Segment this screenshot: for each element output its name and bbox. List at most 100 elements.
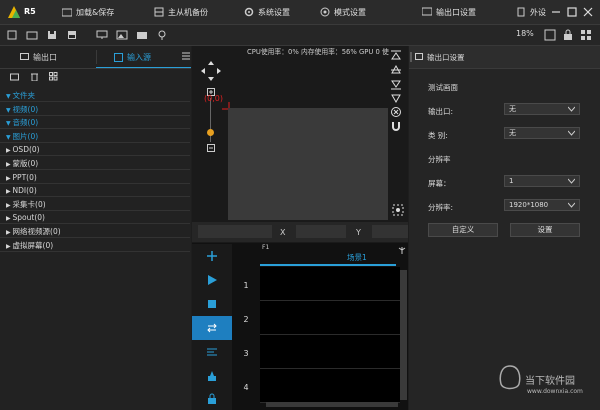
play-icon [208, 275, 217, 285]
vertical-scrollbar[interactable] [400, 270, 407, 400]
screen-select[interactable]: 1 [504, 175, 580, 187]
scene-row-number: 3 [243, 349, 249, 358]
horizontal-scrollbar[interactable] [266, 402, 398, 407]
cube-icon [114, 52, 123, 62]
tree-item-label: Spout(0) [12, 213, 45, 223]
f1-label: F1 [262, 244, 270, 251]
resolution-label: 分辨率: [428, 203, 454, 212]
zoom-slider-handle[interactable] [207, 129, 214, 136]
resolution-select[interactable]: 1920*1080 [504, 199, 580, 211]
add-scene-button[interactable] [192, 244, 232, 268]
canvas-preview[interactable] [228, 108, 388, 220]
maximize-icon[interactable] [566, 6, 578, 18]
clear-button[interactable] [192, 364, 232, 388]
tree-item-label: 蒙版(0) [12, 159, 39, 168]
output-icon [415, 53, 423, 60]
open-icon[interactable] [26, 29, 38, 41]
folder-icon [62, 8, 72, 17]
align-middle-icon[interactable] [390, 64, 402, 76]
antenna-icon [398, 247, 406, 254]
menu-mode-settings[interactable]: 模式设置 [320, 0, 366, 24]
list-button[interactable] [192, 340, 232, 364]
watermark-text: 当下软件园 [525, 376, 575, 387]
tree-item-label: 虚拟屏幕(0) [12, 240, 54, 250]
save-icon[interactable] [46, 29, 58, 41]
tree-item[interactable]: ▶ OSD(0) [0, 144, 190, 157]
monitor-icon[interactable] [96, 29, 108, 41]
minimize-icon[interactable] [550, 6, 562, 18]
panel-title: 输出口设置 [427, 53, 465, 62]
tab-input-source[interactable]: 输入源 [114, 46, 151, 68]
screen-value: 1 [509, 177, 514, 185]
x-input[interactable] [198, 225, 272, 238]
zoom-fit-icon[interactable] [544, 29, 556, 41]
tree-item[interactable]: ▼ 视频(0) [0, 104, 190, 116]
align-bottom-icon[interactable] [390, 78, 402, 90]
title-bar: R5 加载&保存 主从机备份 系统设置 模式设置 输出口设置 外设 [0, 0, 600, 25]
folder-icon[interactable] [136, 29, 148, 41]
gear-icon [244, 7, 254, 17]
new-icon[interactable] [6, 29, 18, 41]
stop-button[interactable] [192, 292, 232, 316]
save-as-icon[interactable] [66, 29, 78, 41]
collapse-handle-icon[interactable] [409, 51, 413, 63]
output-icon [20, 52, 29, 60]
zoom-out-icon[interactable] [207, 144, 215, 152]
move-arrows-icon[interactable] [200, 60, 222, 82]
tree-item[interactable]: ▶ PPT(0) [0, 172, 190, 184]
menu-output-settings[interactable]: 输出口设置 [422, 0, 476, 24]
settings-button[interactable]: 设置 [510, 223, 580, 237]
location-icon[interactable] [156, 29, 168, 41]
menu-icon[interactable] [182, 52, 190, 60]
output-settings-panel: 输出口设置 测试画面 输出口: 无 类 别: 无 分辨率 屏幕： 1 分辨率: … [409, 46, 600, 410]
lock-button[interactable] [192, 388, 232, 410]
play-button[interactable] [192, 268, 232, 292]
tree-item[interactable]: ▶ 网络视频源(0) [0, 226, 190, 238]
tree-item[interactable]: ▼ 图片(0) [0, 131, 190, 143]
new-folder-icon[interactable] [10, 72, 19, 81]
output-port-select[interactable]: 无 [504, 103, 580, 115]
scene-tab[interactable]: 场景1 [347, 252, 367, 263]
magnet-icon[interactable] [390, 120, 402, 132]
tree-item-label: 视频(0) [12, 104, 39, 114]
close-icon[interactable] [582, 6, 594, 18]
grid-icon[interactable] [580, 29, 592, 41]
scene-cell[interactable] [260, 301, 400, 335]
tab-output[interactable]: 输出口 [20, 46, 57, 68]
fullscreen-icon[interactable] [392, 204, 404, 216]
scene-cell[interactable] [260, 369, 400, 403]
align-tools [390, 50, 404, 140]
menu-load-save[interactable]: 加载&保存 [62, 0, 114, 24]
tree-item[interactable]: ▼ 文件夹 [0, 90, 190, 102]
tree-item[interactable]: ▼ 音频(0) [0, 117, 190, 130]
image-icon[interactable] [116, 29, 128, 41]
align-center-icon[interactable] [390, 92, 402, 104]
tree-item-label: OSD(0) [12, 145, 40, 155]
tree-item[interactable]: ▶ 蒙版(0) [0, 158, 190, 170]
backup-icon [154, 7, 164, 17]
custom-button[interactable]: 自定义 [428, 223, 498, 237]
loop-button[interactable] [192, 316, 232, 340]
menu-backup[interactable]: 主从机备份 [154, 0, 208, 24]
watermark-logo [499, 365, 521, 390]
delete-icon[interactable] [30, 72, 39, 81]
resolution-value: 1920*1080 [509, 201, 549, 209]
tree-item-label: NDI(0) [12, 186, 37, 196]
x-value[interactable] [296, 225, 346, 238]
menu-peripheral[interactable]: 外设 [516, 0, 546, 24]
align-top-icon[interactable] [390, 50, 402, 62]
tree-item[interactable]: ▶ Spout(0) [0, 212, 190, 225]
tree-item[interactable]: ▶ NDI(0) [0, 185, 190, 198]
scene-row-number: 4 [243, 383, 249, 392]
menu-system-settings[interactable]: 系统设置 [244, 0, 290, 24]
scene-cell[interactable] [260, 267, 400, 301]
y-input[interactable] [372, 225, 408, 238]
tree-item[interactable]: ▶ 虚拟屏幕(0) [0, 240, 190, 252]
output-port-label: 输出口: [428, 107, 454, 116]
lock-icon[interactable] [562, 29, 574, 41]
scene-cell[interactable] [260, 335, 400, 369]
grid-view-icon[interactable] [49, 72, 58, 81]
tree-item[interactable]: ▶ 采集卡(0) [0, 199, 190, 211]
remove-icon[interactable] [390, 106, 402, 118]
category-select[interactable]: 无 [504, 127, 580, 139]
